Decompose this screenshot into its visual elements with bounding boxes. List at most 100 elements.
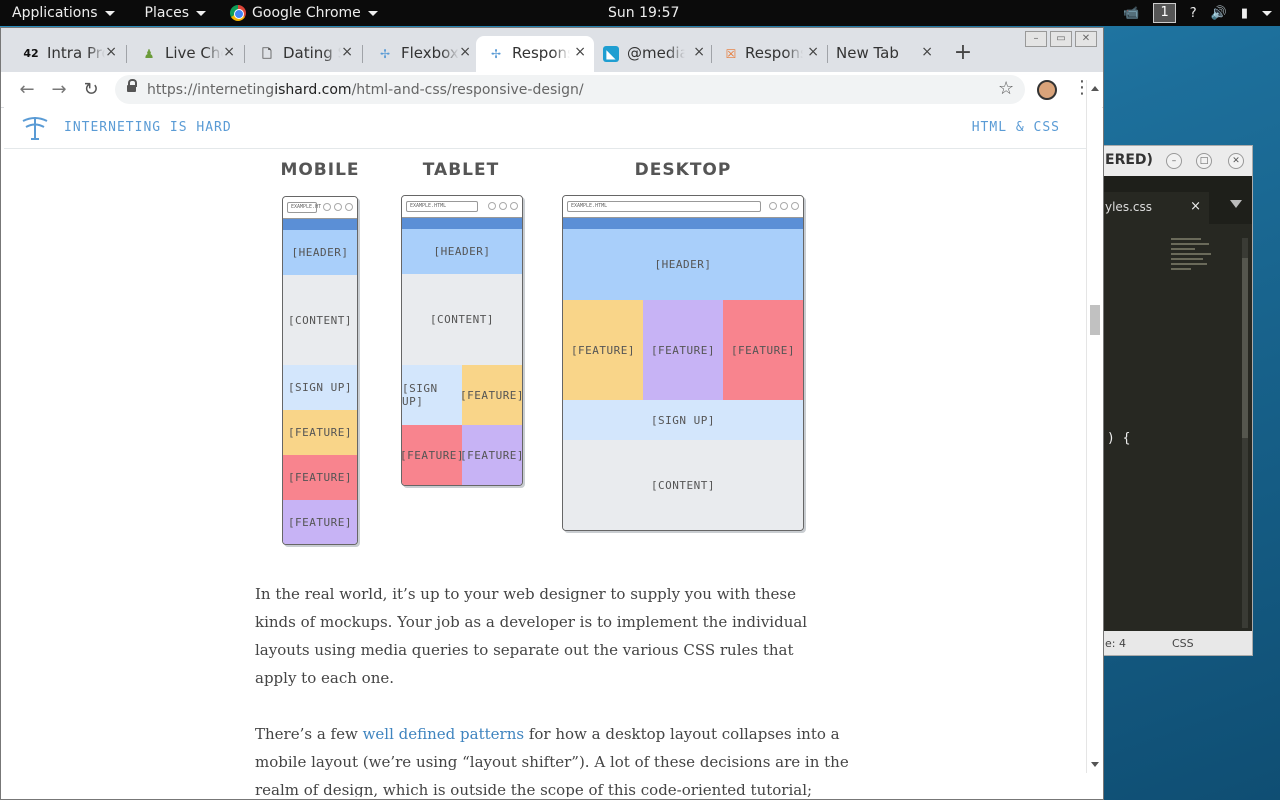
editor-tabbar: yles.css × — [1101, 176, 1252, 224]
url-host: ishard.com — [274, 81, 352, 98]
reload-icon[interactable]: ↻ — [79, 78, 103, 102]
site-name[interactable]: INTERNETING IS HARD — [64, 120, 232, 135]
close-icon[interactable]: × — [693, 44, 705, 60]
scroll-down-icon[interactable] — [1091, 762, 1099, 767]
back-arrow-icon[interactable]: ← — [15, 78, 39, 102]
tab-list-chevron-icon[interactable] — [1230, 200, 1242, 208]
tab-media[interactable]: ◣ @media × — [591, 36, 713, 72]
app-menu[interactable]: Google Chrome — [218, 0, 390, 26]
syntax-mode[interactable]: CSS — [1172, 637, 1194, 650]
link-well-defined-patterns[interactable]: well defined patterns — [363, 725, 524, 743]
site-header: INTERNETING IS HARD HTML & CSS — [4, 107, 1086, 149]
close-icon[interactable]: × — [105, 44, 117, 60]
tab-intra-profile[interactable]: 42 Intra Profile × — [1, 36, 125, 72]
paragraph: There’s a few well defined patterns for … — [255, 720, 855, 797]
app-name: Google Chrome — [252, 5, 361, 21]
editor-title: ERED) — [1105, 152, 1153, 168]
close-icon[interactable]: × — [341, 44, 353, 60]
mock-url: EXAMPLE.HT — [287, 202, 321, 213]
tab-favicon-icon: ◣ — [603, 46, 619, 62]
site-logo-icon[interactable] — [20, 113, 50, 141]
mock-signup: [SIGN UP] — [283, 365, 357, 410]
browser-toolbar: ← → ↻ https://interneting ishard.com/html… — [1, 72, 1103, 108]
scroll-thumb[interactable] — [1090, 305, 1100, 335]
system-tray: 📹 1 ? 🔊 ▮ — [1123, 0, 1272, 26]
system-menu-chevron-icon[interactable] — [1262, 10, 1272, 16]
mock-url: EXAMPLE.HTML — [567, 201, 761, 212]
tablet-mockup: EXAMPLE.HTML [HEADER] [CONTENT] [SIGN UP… — [401, 195, 523, 486]
applications-menu[interactable]: Applications — [0, 0, 127, 26]
mock-window-dots — [769, 202, 799, 210]
mock-feature: [FEATURE] — [460, 425, 522, 485]
url-path: /html-and-css/responsive-design/ — [351, 81, 584, 98]
tab-responsive-design[interactable]: ✢ Responsive Design × — [476, 36, 594, 72]
applications-label: Applications — [12, 5, 98, 21]
editor-scrollbar[interactable] — [1242, 238, 1248, 628]
mock-browser-bar: EXAMPLE.HTML — [563, 196, 803, 218]
clock[interactable]: Sun 19:57 — [608, 0, 679, 26]
tab-new-tab[interactable]: New Tab × — [827, 36, 941, 72]
close-icon[interactable]: × — [574, 44, 586, 60]
mobile-label: MOBILE — [280, 160, 360, 180]
new-tab-button[interactable]: + — [951, 40, 975, 65]
mock-content: [CONTENT] — [563, 440, 803, 530]
tab-title: Intra Profile — [47, 44, 105, 62]
maximize-icon[interactable]: □ — [1196, 153, 1212, 169]
places-menu[interactable]: Places — [133, 0, 219, 26]
editor-statusbar: e: 4 CSS — [1101, 631, 1252, 655]
chevron-down-icon — [196, 10, 207, 16]
close-icon[interactable]: × — [459, 44, 471, 60]
tab-live-chess[interactable]: ♟ Live Chess × — [119, 36, 243, 72]
mock-header: [HEADER] — [563, 229, 803, 300]
close-icon[interactable]: × — [921, 44, 933, 60]
mobile-mockup: EXAMPLE.HT [HEADER] [CONTENT] [SIGN UP] … — [282, 196, 358, 545]
desktop-mockup: EXAMPLE.HTML [HEADER] [FEATURE] [FEATURE… — [562, 195, 804, 531]
help-icon[interactable]: ? — [1190, 6, 1197, 21]
scroll-up-icon[interactable] — [1091, 86, 1099, 91]
forward-arrow-icon[interactable]: → — [47, 78, 71, 102]
minimize-icon[interactable]: – — [1025, 31, 1047, 47]
bookmark-star-icon[interactable]: ☆ — [998, 78, 1014, 99]
paragraph-text: There’s a few — [255, 725, 363, 743]
tab-favicon-icon: ♟ — [143, 47, 155, 61]
mock-content: [CONTENT] — [402, 274, 522, 365]
address-bar[interactable]: https://interneting ishard.com/html-and-c… — [115, 75, 1025, 104]
editor-tab-styles[interactable]: yles.css × — [1101, 192, 1209, 224]
mock-window-dots — [488, 202, 518, 210]
tab-responsive[interactable]: ☒ Responsive × — [709, 36, 827, 72]
tab-flexbox[interactable]: ✢ Flexbox × — [355, 36, 479, 72]
minimap[interactable] — [1171, 238, 1211, 288]
menu-kebab-icon[interactable]: ⋮ — [1073, 77, 1091, 98]
mock-accent-bar — [402, 218, 522, 229]
tab-favicon-icon: ☒ — [725, 47, 737, 61]
lock-icon — [127, 79, 137, 94]
profile-avatar[interactable] — [1037, 80, 1057, 100]
close-icon[interactable]: ✕ — [1228, 153, 1244, 169]
tab-title: @media — [627, 44, 685, 62]
battery-icon[interactable]: ▮ — [1241, 6, 1248, 21]
tab-title: Responsive Design — [512, 44, 570, 62]
maximize-icon[interactable]: ▭ — [1050, 31, 1072, 47]
desktop-label: DESKTOP — [634, 160, 732, 180]
page-viewport: INTERNETING IS HARD HTML & CSS MOBILE TA… — [4, 107, 1086, 797]
mock-feature: [FEATURE] — [723, 300, 803, 400]
workspace-indicator[interactable]: 1 — [1153, 3, 1176, 23]
chevron-down-icon — [104, 10, 115, 16]
close-icon[interactable]: ✕ — [1075, 31, 1097, 47]
mock-feature: [FEATURE] — [283, 455, 357, 500]
mock-accent-bar — [283, 219, 357, 230]
tab-dating-sim[interactable]: 🗋 Dating Sim × — [237, 36, 361, 72]
nav-link-html-css[interactable]: HTML & CSS — [972, 120, 1060, 135]
minimize-icon[interactable]: – — [1166, 153, 1182, 169]
mock-header: [HEADER] — [402, 229, 522, 274]
close-icon[interactable]: × — [223, 44, 235, 60]
camera-icon[interactable]: 📹 — [1123, 6, 1139, 21]
close-icon[interactable]: × — [1190, 199, 1201, 214]
mock-accent-bar — [563, 218, 803, 229]
mock-window-dots — [323, 203, 353, 211]
volume-icon[interactable]: 🔊 — [1211, 6, 1227, 21]
close-icon[interactable]: × — [807, 44, 819, 60]
page-scrollbar[interactable] — [1086, 80, 1102, 773]
code-line[interactable]: ) { — [1107, 431, 1130, 446]
mock-browser-bar: EXAMPLE.HT — [283, 197, 357, 219]
